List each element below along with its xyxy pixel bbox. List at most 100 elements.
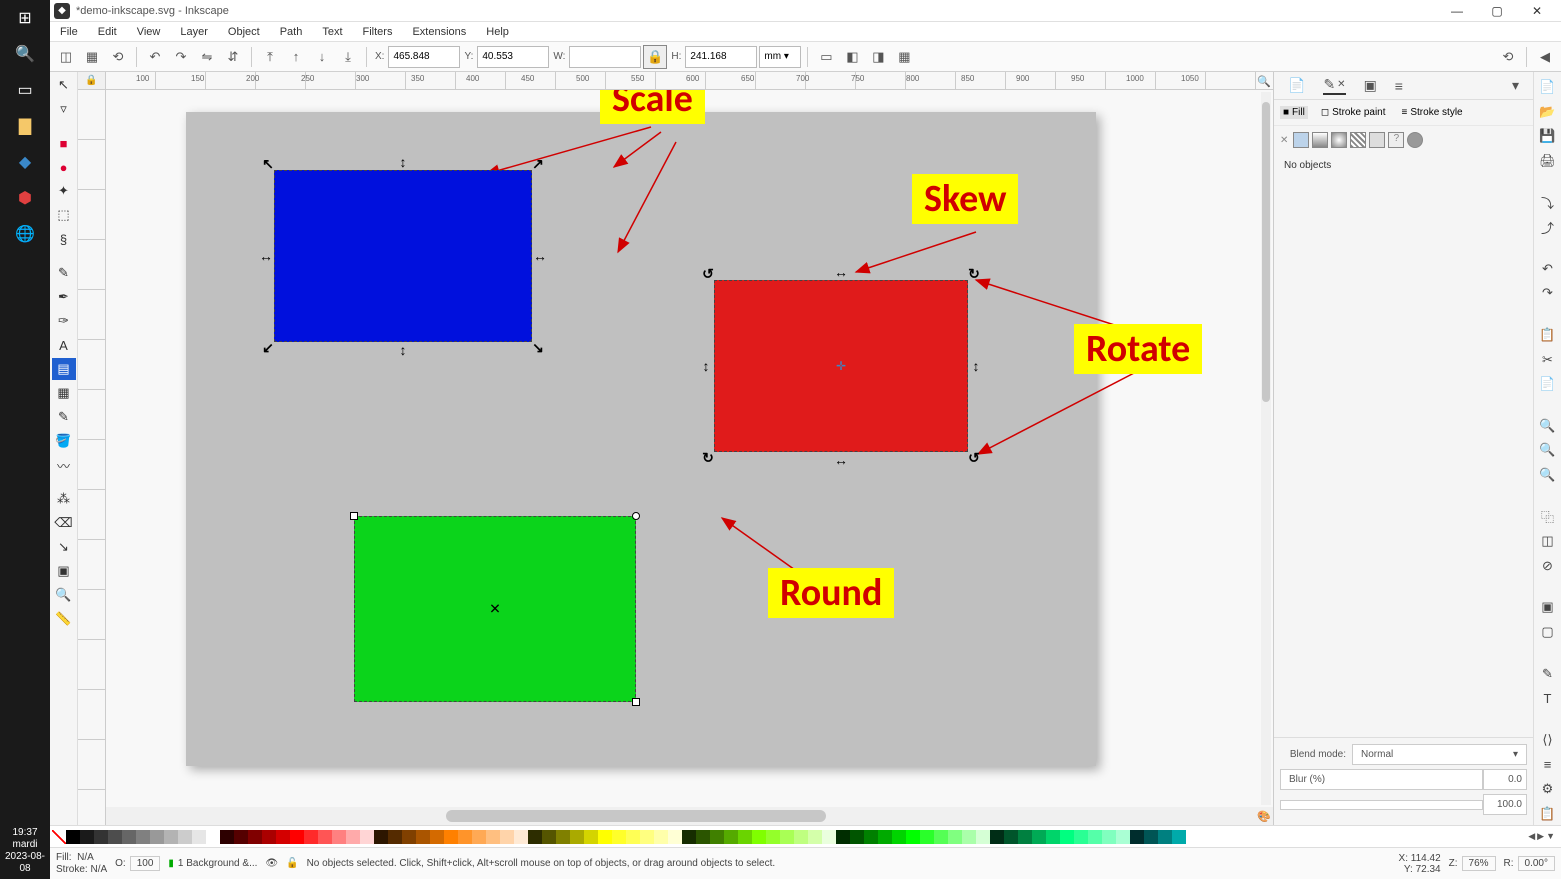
rotate-handle-sw-icon[interactable]: ↻ — [702, 450, 714, 467]
palette-swatch[interactable] — [150, 830, 164, 844]
palette-swatch[interactable] — [136, 830, 150, 844]
palette-swatch[interactable] — [458, 830, 472, 844]
palette-swatch[interactable] — [332, 830, 346, 844]
palette-swatch[interactable] — [1004, 830, 1018, 844]
menu-edit[interactable]: Edit — [88, 24, 127, 40]
chrome-icon[interactable]: 🌐 — [0, 216, 50, 252]
horizontal-ruler[interactable]: 1001502002503003504004505005506006507007… — [106, 72, 1273, 90]
color-palette[interactable]: ◀▶▼ — [50, 825, 1561, 847]
color-managed-icon[interactable]: 🎨 — [1255, 807, 1273, 825]
lower-bottom-icon[interactable]: ⤓ — [336, 45, 360, 69]
palette-swatch[interactable] — [472, 830, 486, 844]
save-doc-icon[interactable]: 💾 — [1536, 125, 1560, 148]
minimize-button[interactable]: — — [1437, 0, 1477, 22]
rotate-handle-nw-icon[interactable]: ↺ — [702, 266, 714, 283]
no-paint-icon[interactable]: ✕ — [1280, 135, 1288, 146]
open-doc-icon[interactable]: 📂 — [1536, 101, 1560, 124]
measure-tool-icon[interactable]: 📏 — [52, 608, 76, 630]
transform-corners-icon[interactable]: ◧ — [840, 45, 864, 69]
xml-editor-icon[interactable]: ⟨⟩ — [1536, 729, 1560, 752]
radial-gradient-icon[interactable] — [1331, 132, 1347, 148]
palette-swatch[interactable] — [822, 830, 836, 844]
palette-left-icon[interactable]: ◀ — [1528, 831, 1535, 842]
palette-swatch[interactable] — [206, 830, 220, 844]
palette-swatch[interactable] — [920, 830, 934, 844]
menu-layer[interactable]: Layer — [170, 24, 218, 40]
blur-slider[interactable]: Blur (%) — [1280, 769, 1483, 790]
duplicate-icon[interactable]: ⿻ — [1536, 505, 1560, 528]
cut-icon[interactable]: ✂ — [1536, 348, 1560, 371]
palette-swatch[interactable] — [976, 830, 990, 844]
taskbar-clock[interactable]: 19:37 mardi 2023-08-08 — [0, 823, 50, 879]
palette-swatch[interactable] — [682, 830, 696, 844]
menu-file[interactable]: File — [50, 24, 88, 40]
paste-icon[interactable]: 📄 — [1536, 373, 1560, 396]
select-all-layers-icon[interactable]: ◫ — [54, 45, 78, 69]
palette-swatch[interactable] — [962, 830, 976, 844]
maximize-button[interactable]: ▢ — [1477, 0, 1517, 22]
palette-swatch[interactable] — [724, 830, 738, 844]
flip-v-icon[interactable]: ⇵ — [221, 45, 245, 69]
raise-icon[interactable]: ↑ — [284, 45, 308, 69]
palette-swatch[interactable] — [990, 830, 1004, 844]
align-tab-icon[interactable]: ≡ — [1395, 78, 1403, 94]
palette-swatch[interactable] — [178, 830, 192, 844]
raise-top-icon[interactable]: ⤒ — [258, 45, 282, 69]
selector-tool-icon[interactable]: ↖ — [52, 74, 76, 96]
scale-handle-n-icon[interactable]: ↕ — [400, 154, 407, 170]
opacity-field[interactable]: 100 — [130, 856, 161, 871]
status-stroke-value[interactable]: N/A — [90, 864, 107, 875]
palette-swatch[interactable] — [486, 830, 500, 844]
panel-toggle-icon[interactable]: ◀ — [1533, 45, 1557, 69]
zoom-field[interactable]: 76% — [1462, 856, 1496, 871]
object-props-tab-icon[interactable]: ▣ — [1364, 77, 1377, 94]
palette-swatch[interactable] — [514, 830, 528, 844]
copy-icon[interactable]: 📋 — [1536, 324, 1560, 347]
app-icon-2[interactable]: ⬢ — [0, 180, 50, 216]
rotation-field[interactable]: 0.00° — [1518, 856, 1555, 871]
flip-h-icon[interactable]: ⇋ — [195, 45, 219, 69]
gradient-tool-icon[interactable]: ▤ — [52, 358, 76, 380]
prefs-icon[interactable]: ⚙ — [1536, 778, 1560, 801]
palette-swatch[interactable] — [66, 830, 80, 844]
x-input[interactable]: 465.848 — [388, 46, 460, 68]
palette-swatch[interactable] — [234, 830, 248, 844]
palette-swatch[interactable] — [556, 830, 570, 844]
unlink-clone-icon[interactable]: ⊘ — [1536, 555, 1560, 578]
vertical-scrollbar[interactable] — [1261, 92, 1271, 805]
star-tool-icon[interactable]: ✦ — [52, 180, 76, 202]
transform-stroke-icon[interactable]: ▭ — [814, 45, 838, 69]
palette-right-icon[interactable]: ▶ — [1537, 831, 1544, 842]
w-input[interactable] — [569, 46, 641, 68]
3dbox-tool-icon[interactable]: ⬚ — [52, 204, 76, 226]
text-tool-icon[interactable]: A — [52, 334, 76, 356]
select-all-icon[interactable]: ▦ — [80, 45, 104, 69]
corner-radius-handle-icon[interactable] — [632, 512, 640, 520]
stroke-paint-subtab[interactable]: ◻ Stroke paint — [1318, 106, 1389, 119]
scale-handle-se-icon[interactable]: ↘ — [532, 340, 544, 357]
opacity-value[interactable]: 100.0 — [1483, 794, 1527, 815]
palette-swatch[interactable] — [108, 830, 122, 844]
palette-swatch[interactable] — [122, 830, 136, 844]
connector-tool-icon[interactable]: ↘ — [52, 536, 76, 558]
import-icon[interactable]: ⤵ — [1536, 191, 1560, 214]
skew-handle-n-icon[interactable]: ↔ — [834, 264, 848, 280]
opacity-slider[interactable] — [1280, 800, 1483, 810]
palette-swatch[interactable] — [528, 830, 542, 844]
ungroup-icon[interactable]: ▢ — [1536, 621, 1560, 644]
zoom-tool-icon[interactable]: 🔍 — [52, 584, 76, 606]
canvas[interactable]: ↖ ↕ ↗ ↔ ↔ ↙ ↕ ↘ ↺ ↔ ↻ ↕ ✛ ↕ ↻ — [106, 90, 1273, 807]
no-color-swatch[interactable] — [52, 830, 66, 844]
palette-swatch[interactable] — [738, 830, 752, 844]
blend-mode-dropdown[interactable]: Normal ▾ — [1352, 744, 1527, 765]
rotate-handle-se-icon[interactable]: ↺ — [968, 450, 980, 467]
transform-pattern-icon[interactable]: ▦ — [892, 45, 916, 69]
palette-swatch[interactable] — [640, 830, 654, 844]
palette-swatch[interactable] — [948, 830, 962, 844]
palette-swatch[interactable] — [864, 830, 878, 844]
palette-swatch[interactable] — [598, 830, 612, 844]
palette-swatch[interactable] — [262, 830, 276, 844]
palette-swatch[interactable] — [220, 830, 234, 844]
tweak-tool-icon[interactable]: 〰 — [52, 454, 76, 476]
palette-swatch[interactable] — [892, 830, 906, 844]
